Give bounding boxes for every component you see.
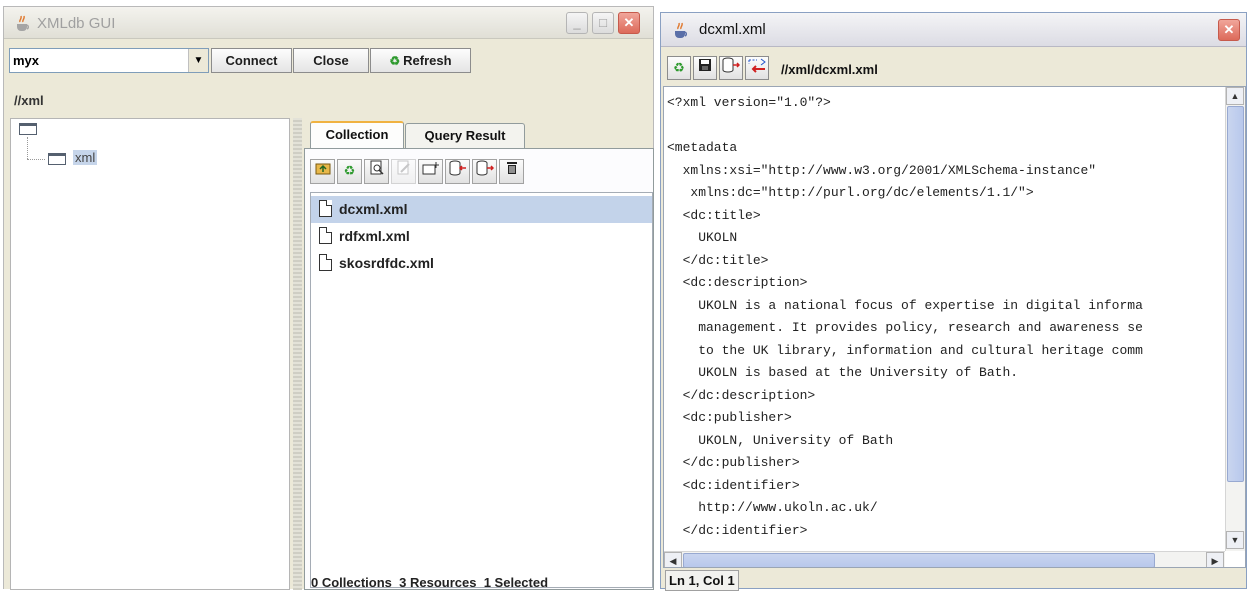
code-line: <dc:publisher> [667, 410, 792, 425]
file-icon [319, 254, 332, 271]
refresh-icon[interactable]: ♻ [667, 56, 691, 80]
refresh-icon: ♻ [389, 54, 401, 68]
xml-source-text[interactable]: <?xml version="1.0"?> <metadata xmlns:xsi… [667, 95, 1225, 545]
split-pane-divider[interactable] [293, 118, 302, 590]
code-line: </dc:publisher> [667, 455, 800, 470]
code-line: UKOLN is based at the University of Bath… [667, 365, 1019, 380]
code-line: <dc:identifier> [667, 477, 800, 493]
connection-select-value: myx [13, 53, 40, 68]
view-icon[interactable] [364, 159, 389, 184]
collection-tree[interactable]: xml [10, 118, 290, 590]
export-icon[interactable] [719, 56, 743, 80]
horizontal-scrollbar[interactable]: ◀ ▶ [664, 551, 1225, 567]
selected-count: 1 Selected [483, 575, 549, 590]
window-title: XMLdb GUI [37, 15, 116, 32]
window-title: dcxml.xml [699, 21, 766, 38]
close-window-button[interactable]: ✕ [618, 12, 640, 34]
code-line: </dc:description> [667, 387, 816, 403]
folder-icon[interactable] [48, 153, 66, 165]
code-line: to the UK library, information and cultu… [667, 342, 1143, 358]
xml-editor[interactable]: <?xml version="1.0"?> <metadata xmlns:xsi… [663, 86, 1246, 568]
collections-count: 0 Collections [311, 575, 392, 590]
tree-connector [27, 159, 45, 160]
title-bar[interactable]: XMLdb GUI _ □ ✕ [4, 7, 653, 39]
vertical-scroll-thumb[interactable] [1227, 106, 1244, 482]
collection-tab-body: ♻ dcxml.xml rdfxml.xml skosrdfdc.xml [304, 148, 654, 590]
code-line: <dc:description> [667, 275, 808, 290]
collection-status: 0 Collections 3 Resources 1 Selected [311, 575, 548, 590]
code-line: <?xml version="1.0"?> [667, 95, 831, 110]
connect-button[interactable]: Connect [211, 48, 292, 73]
save-icon[interactable] [693, 56, 717, 80]
import-icon[interactable] [745, 56, 769, 80]
list-item[interactable]: rdfxml.xml [311, 223, 652, 250]
close-button[interactable]: Close [293, 48, 369, 73]
list-item[interactable]: skosrdfdc.xml [311, 250, 652, 277]
current-path: //xml [14, 93, 44, 108]
refresh-label: Refresh [403, 53, 452, 68]
file-name: skosrdfdc.xml [339, 255, 434, 271]
scroll-up-icon[interactable]: ▲ [1226, 87, 1244, 105]
close-window-button[interactable]: ✕ [1218, 19, 1240, 41]
tab-query-result[interactable]: Query Result [405, 123, 525, 149]
file-icon [319, 200, 332, 217]
tree-connector [27, 137, 28, 159]
file-name: rdfxml.xml [339, 228, 410, 244]
collection-panel: Collection Query Result ♻ dcxml.xml rdfx… [304, 118, 654, 590]
tab-collection[interactable]: Collection [310, 121, 404, 149]
list-item[interactable]: dcxml.xml [311, 196, 652, 223]
code-line: UKOLN is a national focus of expertise i… [667, 297, 1143, 313]
xmldb-gui-window: XMLdb GUI _ □ ✕ myx ▼ Connect Close ♻ Ref… [3, 6, 654, 590]
code-line: </dc:title> [667, 252, 769, 268]
code-line: <dc:title> [667, 207, 761, 223]
resources-count: 3 Resources [399, 575, 477, 590]
scroll-down-icon[interactable]: ▼ [1226, 531, 1244, 549]
code-line: xmlns:xsi="http://www.w3.org/2001/XMLSch… [667, 162, 1097, 178]
export-icon[interactable] [472, 159, 497, 184]
resource-list[interactable]: dcxml.xml rdfxml.xml skosrdfdc.xml [310, 192, 653, 588]
minimize-button[interactable]: _ [566, 12, 588, 34]
scroll-left-icon[interactable]: ◀ [664, 552, 682, 567]
file-icon [319, 227, 332, 244]
tree-node-xml[interactable]: xml [73, 150, 98, 165]
vertical-scrollbar[interactable]: ▲ ▼ [1225, 87, 1245, 551]
refresh-icon[interactable]: ♻ [337, 159, 362, 184]
refresh-button[interactable]: ♻ Refresh [370, 48, 471, 73]
scroll-right-icon[interactable]: ▶ [1206, 552, 1224, 567]
maximize-button[interactable]: □ [592, 12, 614, 34]
code-line: UKOLN, University of Bath [667, 432, 894, 448]
code-line: </dc:identifier> [667, 522, 808, 538]
file-name: dcxml.xml [339, 201, 408, 217]
java-cup-icon [675, 22, 687, 38]
delete-icon[interactable] [499, 159, 524, 184]
java-cup-icon [17, 15, 29, 31]
code-line: http://www.ukoln.ac.uk/ [667, 500, 878, 515]
code-line: xmlns:dc="http://purl.org/dc/elements/1.… [667, 185, 1034, 200]
code-line: UKOLN [667, 230, 738, 245]
connection-select[interactable]: myx ▼ [9, 48, 209, 73]
document-window: dcxml.xml ✕ ♻ //xml/dcxml.xml <?xml vers… [660, 12, 1247, 591]
code-line: <metadata [667, 140, 738, 155]
chevron-down-icon[interactable]: ▼ [188, 49, 208, 72]
folder-icon[interactable] [19, 123, 37, 135]
horizontal-scroll-thumb[interactable] [683, 553, 1155, 567]
editor-toolbar: ♻ //xml/dcxml.xml [661, 48, 1246, 88]
new-collection-icon[interactable] [418, 159, 443, 184]
import-icon[interactable] [445, 159, 470, 184]
code-line: management. It provides policy, research… [667, 320, 1143, 335]
edit-icon[interactable] [391, 159, 416, 184]
caret-position-status: Ln 1, Col 1 [665, 570, 739, 591]
title-bar[interactable]: dcxml.xml ✕ [661, 13, 1246, 47]
up-folder-icon[interactable] [310, 159, 335, 184]
document-path: //xml/dcxml.xml [781, 62, 878, 77]
